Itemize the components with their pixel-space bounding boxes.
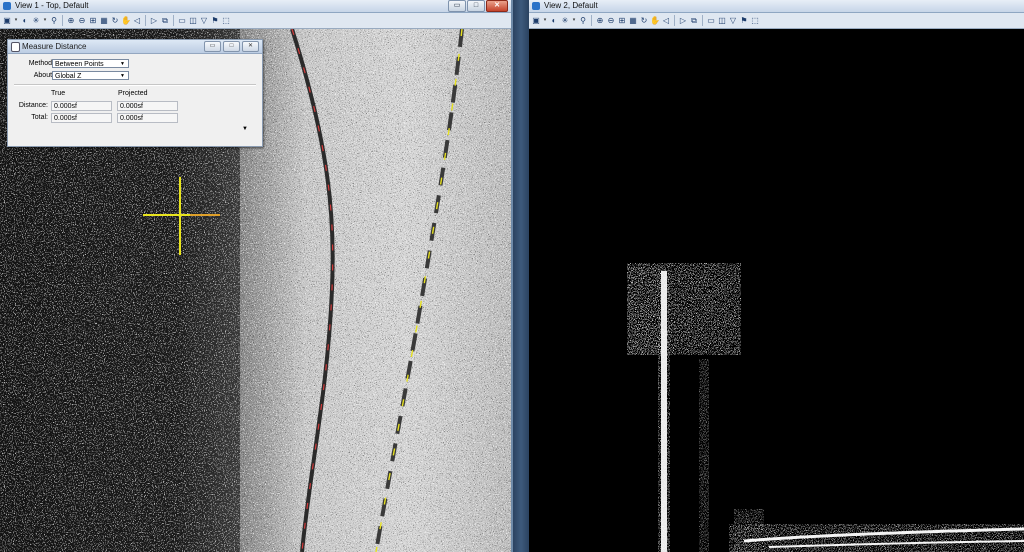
method-dropdown[interactable]: Between Points ▼: [52, 59, 129, 68]
view-previous-icon[interactable]: ◁: [661, 15, 671, 26]
minimize-button[interactable]: ▭: [448, 0, 466, 12]
dropdown-arrow-icon[interactable]: ▾: [542, 15, 548, 26]
view2-window: View 2, Default ▣ ▾ ◐ ✳ ▾ ⚲ ⊕ ⊖ ⊞ ▦ ↻ ✋ ◁ ▷ ⧉ ▭ ◫ ▽ ⚑ ⬚: [529, 0, 1024, 552]
clip-volume-icon[interactable]: ▭: [706, 15, 716, 26]
clip-mask-icon[interactable]: ◫: [717, 15, 727, 26]
point-cloud-sign-side[interactable]: [529, 29, 1024, 552]
chevron-down-icon: ▼: [120, 73, 125, 79]
minimize-icon: ▭: [453, 2, 461, 9]
update-view-icon[interactable]: ⚲: [49, 15, 59, 26]
rotate-view-icon[interactable]: ↻: [639, 15, 649, 26]
close-icon: ✕: [494, 2, 500, 9]
display-style-icon[interactable]: ◐: [20, 15, 30, 26]
column-projected-header: Projected: [118, 90, 148, 97]
view1-title: View 1 - Top, Default: [15, 1, 89, 10]
toolbar-separator: [591, 15, 592, 26]
about-label: About:: [33, 72, 54, 79]
distance-label: Distance:: [18, 102, 48, 109]
desktop-background: [513, 0, 529, 552]
view-window-icon: [3, 2, 11, 10]
lighting-icon[interactable]: ✳: [560, 15, 570, 26]
fit-view-icon[interactable]: ⊞: [88, 15, 98, 26]
toolbar-separator: [145, 15, 146, 26]
fit-view-icon[interactable]: ⊞: [617, 15, 627, 26]
measure-distance-titlebar[interactable]: Measure Distance ▭ □ ✕: [8, 40, 262, 54]
distance-true-value: 0.000sf: [51, 101, 112, 111]
zoom-in-icon[interactable]: ⊕: [595, 15, 605, 26]
clip-mask-icon[interactable]: ◫: [188, 15, 198, 26]
copy-view-icon[interactable]: ⧉: [689, 15, 699, 26]
about-value: Global Z: [55, 73, 82, 80]
dialog-maximize-button[interactable]: □: [223, 41, 240, 52]
about-dropdown[interactable]: Global Z ▼: [52, 71, 129, 80]
measure-distance-title: Measure Distance: [22, 42, 87, 51]
clip-volume-icon[interactable]: ▭: [177, 15, 187, 26]
maximize-icon: □: [473, 2, 479, 9]
walk-icon[interactable]: ⚑: [739, 15, 749, 26]
camera-icon[interactable]: ▽: [728, 15, 738, 26]
view2-viewport[interactable]: [529, 29, 1024, 552]
maximize-button[interactable]: □: [467, 0, 485, 12]
dialog-minimize-button[interactable]: ▭: [204, 41, 221, 52]
method-label: Method:: [28, 60, 54, 67]
lighting-icon[interactable]: ✳: [31, 15, 41, 26]
distance-projected-value: 0.000sf: [117, 101, 178, 111]
pan-view-icon[interactable]: ✋: [650, 15, 660, 26]
view-next-icon[interactable]: ▷: [149, 15, 159, 26]
dropdown-arrow-icon[interactable]: ▾: [571, 15, 577, 26]
total-true-value: 0.000sf: [51, 113, 112, 123]
expand-dialog-arrow-icon[interactable]: ▼: [242, 126, 248, 132]
toggle-3d-icon[interactable]: ⬚: [750, 15, 760, 26]
view2-titlebar[interactable]: View 2, Default: [529, 0, 1024, 13]
chevron-down-icon: ▼: [120, 61, 125, 67]
view-attributes-icon[interactable]: ▣: [531, 15, 541, 26]
column-true-header: True: [51, 90, 66, 97]
measure-distance-dialog: Measure Distance ▭ □ ✕ Method: Between P…: [7, 39, 263, 147]
toolbar-separator: [674, 15, 675, 26]
dropdown-arrow-icon[interactable]: ▾: [13, 15, 19, 26]
camera-icon[interactable]: ▽: [199, 15, 209, 26]
close-button[interactable]: ✕: [486, 0, 508, 12]
toolbar-separator: [173, 15, 174, 26]
copy-view-icon[interactable]: ⧉: [160, 15, 170, 26]
dialog-divider: [14, 84, 256, 86]
pan-view-icon[interactable]: ✋: [121, 15, 131, 26]
total-projected-value: 0.000sf: [117, 113, 178, 123]
view-attributes-icon[interactable]: ▣: [2, 15, 12, 26]
window-area-icon[interactable]: ▦: [628, 15, 638, 26]
view1-viewport[interactable]: Measure Distance ▭ □ ✕ Method: Between P…: [0, 29, 511, 552]
view1-toolbar: ▣ ▾ ◐ ✳ ▾ ⚲ ⊕ ⊖ ⊞ ▦ ↻ ✋ ◁ ▷ ⧉ ▭ ◫ ▽ ⚑ ⬚: [0, 13, 511, 29]
method-value: Between Points: [55, 61, 104, 68]
view1-window: View 1 - Top, Default ▭ □ ✕ ▣ ▾ ◐ ✳ ▾ ⚲ ⊕ ⊖ ⊞ ▦ ↻ ✋…: [0, 0, 513, 552]
window-area-icon[interactable]: ▦: [99, 15, 109, 26]
toolbar-separator: [702, 15, 703, 26]
zoom-out-icon[interactable]: ⊖: [606, 15, 616, 26]
view1-titlebar[interactable]: View 1 - Top, Default ▭ □ ✕: [0, 0, 511, 13]
dropdown-arrow-icon[interactable]: ▾: [42, 15, 48, 26]
view2-toolbar: ▣ ▾ ◐ ✳ ▾ ⚲ ⊕ ⊖ ⊞ ▦ ↻ ✋ ◁ ▷ ⧉ ▭ ◫ ▽ ⚑ ⬚: [529, 13, 1024, 29]
dialog-close-button[interactable]: ✕: [242, 41, 259, 52]
walk-icon[interactable]: ⚑: [210, 15, 220, 26]
total-label: Total:: [31, 114, 48, 121]
zoom-out-icon[interactable]: ⊖: [77, 15, 87, 26]
measure-tool-icon: [11, 42, 20, 52]
view-previous-icon[interactable]: ◁: [132, 15, 142, 26]
view-next-icon[interactable]: ▷: [678, 15, 688, 26]
rotate-view-icon[interactable]: ↻: [110, 15, 120, 26]
display-style-icon[interactable]: ◐: [549, 15, 559, 26]
update-view-icon[interactable]: ⚲: [578, 15, 588, 26]
view-window-icon: [532, 2, 540, 10]
toolbar-separator: [62, 15, 63, 26]
toggle-3d-icon[interactable]: ⬚: [221, 15, 231, 26]
view2-title: View 2, Default: [544, 1, 598, 10]
zoom-in-icon[interactable]: ⊕: [66, 15, 76, 26]
